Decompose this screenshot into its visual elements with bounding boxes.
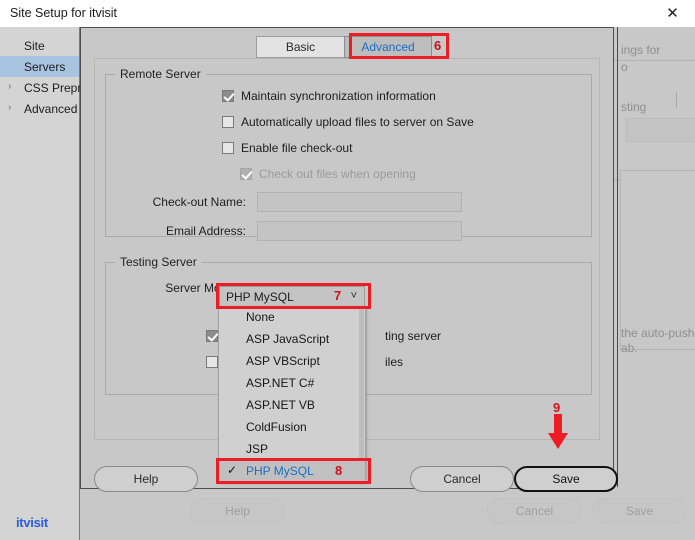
checkbox-icon-obscured-2 <box>206 356 218 368</box>
checkout-name-row: Check-out Name: <box>136 192 462 212</box>
sidebar-item-servers[interactable]: Servers <box>0 56 79 77</box>
tab-strip: Basic Advanced <box>256 36 432 58</box>
server-model-combobox[interactable]: PHP MySQL ˅ <box>219 286 365 307</box>
obscured-label-1: ting server <box>385 329 442 343</box>
annotation-number-6: 6 <box>434 38 442 53</box>
background-text-fragment-2: o <box>621 60 628 74</box>
help-button[interactable]: Help <box>94 466 198 492</box>
sidebar-item-site[interactable]: Site <box>0 35 79 56</box>
checkbox-enable-file-checkout[interactable]: Enable file check-out <box>222 141 352 155</box>
remote-server-legend: Remote Server <box>115 67 206 81</box>
chevron-down-icon: ˅ <box>350 290 357 302</box>
checkbox-icon-maintain-sync <box>222 90 234 102</box>
dropdown-option-none[interactable]: None <box>219 306 365 328</box>
checkbox-auto-upload[interactable]: Automatically upload files to server on … <box>222 115 474 129</box>
sidebar-item-label-servers: Servers <box>24 59 66 74</box>
chevron-right-icon-css: › <box>8 81 12 92</box>
email-address-input[interactable] <box>257 221 462 241</box>
sidebar-item-css-preprocessors[interactable]: › CSS Prepro <box>0 77 88 98</box>
title-bar: Site Setup for itvisit ✕ <box>0 0 695 27</box>
server-model-dropdown[interactable]: None ASP JavaScript ASP VBScript ASP.NET… <box>218 306 366 483</box>
outer-help-button[interactable]: Help <box>190 498 285 524</box>
tab-advanced[interactable]: Advanced <box>344 36 432 58</box>
window-title: Site Setup for itvisit <box>10 6 117 20</box>
testing-server-legend: Testing Server <box>115 255 202 269</box>
obscured-label-2: iles <box>385 355 404 369</box>
checkout-name-input[interactable] <box>257 192 462 212</box>
remote-server-group: Remote Server Maintain synchronization i… <box>105 67 592 241</box>
dropdown-option-asp-net-csharp[interactable]: ASP.NET C# <box>219 372 365 394</box>
background-text-fragment-5: ab. <box>621 341 638 355</box>
checkbox-label-auto-upload: Automatically upload files to server on … <box>241 115 474 129</box>
background-divider <box>617 27 618 487</box>
checkbox-maintain-sync[interactable]: Maintain synchronization information <box>222 89 436 103</box>
outer-save-button[interactable]: Save <box>592 498 687 524</box>
dropdown-option-asp-javascript[interactable]: ASP JavaScript <box>219 328 365 350</box>
annotation-number-8: 8 <box>335 463 343 478</box>
tab-basic[interactable]: Basic <box>256 36 344 58</box>
background-field-2 <box>626 118 695 142</box>
annotation-number-7: 7 <box>334 288 342 303</box>
background-panel-2 <box>620 170 695 350</box>
annotation-number-9: 9 <box>553 400 561 415</box>
background-small-divider <box>676 92 677 108</box>
dropdown-option-asp-net-vb[interactable]: ASP.NET VB <box>219 394 365 416</box>
save-button[interactable]: Save <box>514 466 618 492</box>
dropdown-option-coldfusion[interactable]: ColdFusion <box>219 416 365 438</box>
dropdown-option-php-mysql[interactable]: ✓ PHP MySQL <box>219 460 365 482</box>
close-icon[interactable]: ✕ <box>650 0 695 27</box>
sidebar-item-label-site: Site <box>24 38 45 53</box>
background-spacer <box>625 145 695 165</box>
annotation-arrow-down-icon <box>548 414 568 449</box>
background-text-fragment-4: the auto-push <box>621 326 695 340</box>
dropdown-option-asp-vbscript[interactable]: ASP VBScript <box>219 350 365 372</box>
checkbox-label-checkout-on-open: Check out files when opening <box>259 167 416 181</box>
checkbox-icon-checkout-on-open <box>240 168 252 180</box>
check-icon-php-mysql: ✓ <box>227 463 238 477</box>
background-text-fragment-3: sting <box>621 100 647 114</box>
sidebar-item-advanced[interactable]: › Advanced <box>0 98 79 119</box>
app-root: ings for o sting the auto-push ab. Help … <box>0 0 695 540</box>
email-address-label: Email Address: <box>165 224 246 238</box>
outer-cancel-button[interactable]: Cancel <box>487 498 582 524</box>
dropdown-option-jsp[interactable]: JSP <box>219 438 365 460</box>
checkout-name-label: Check-out Name: <box>152 195 246 209</box>
checkbox-icon-obscured-1 <box>206 330 218 342</box>
chevron-right-icon-advanced: › <box>8 102 12 113</box>
checkbox-icon-auto-upload <box>222 116 234 128</box>
sidebar-item-label-advanced: Advanced <box>24 101 78 116</box>
checkbox-label-enable-file-checkout: Enable file check-out <box>241 141 353 155</box>
email-address-row: Email Address: <box>136 221 462 241</box>
watermark: itvisit <box>16 515 48 530</box>
server-model-value: PHP MySQL <box>226 289 294 304</box>
dropdown-option-label-php-mysql: PHP MySQL <box>246 464 314 478</box>
checkbox-icon-enable-file-checkout <box>222 142 234 154</box>
cancel-button[interactable]: Cancel <box>410 466 514 492</box>
sidebar: Site Servers › CSS Prepro › Advanced <box>0 27 88 540</box>
sidebar-item-label-css-preprocessors: CSS Prepro <box>24 80 89 95</box>
checkbox-checkout-on-open: Check out files when opening <box>240 167 416 181</box>
background-text-fragment-1: ings for <box>621 43 661 57</box>
checkbox-label-maintain-sync: Maintain synchronization information <box>241 89 436 103</box>
